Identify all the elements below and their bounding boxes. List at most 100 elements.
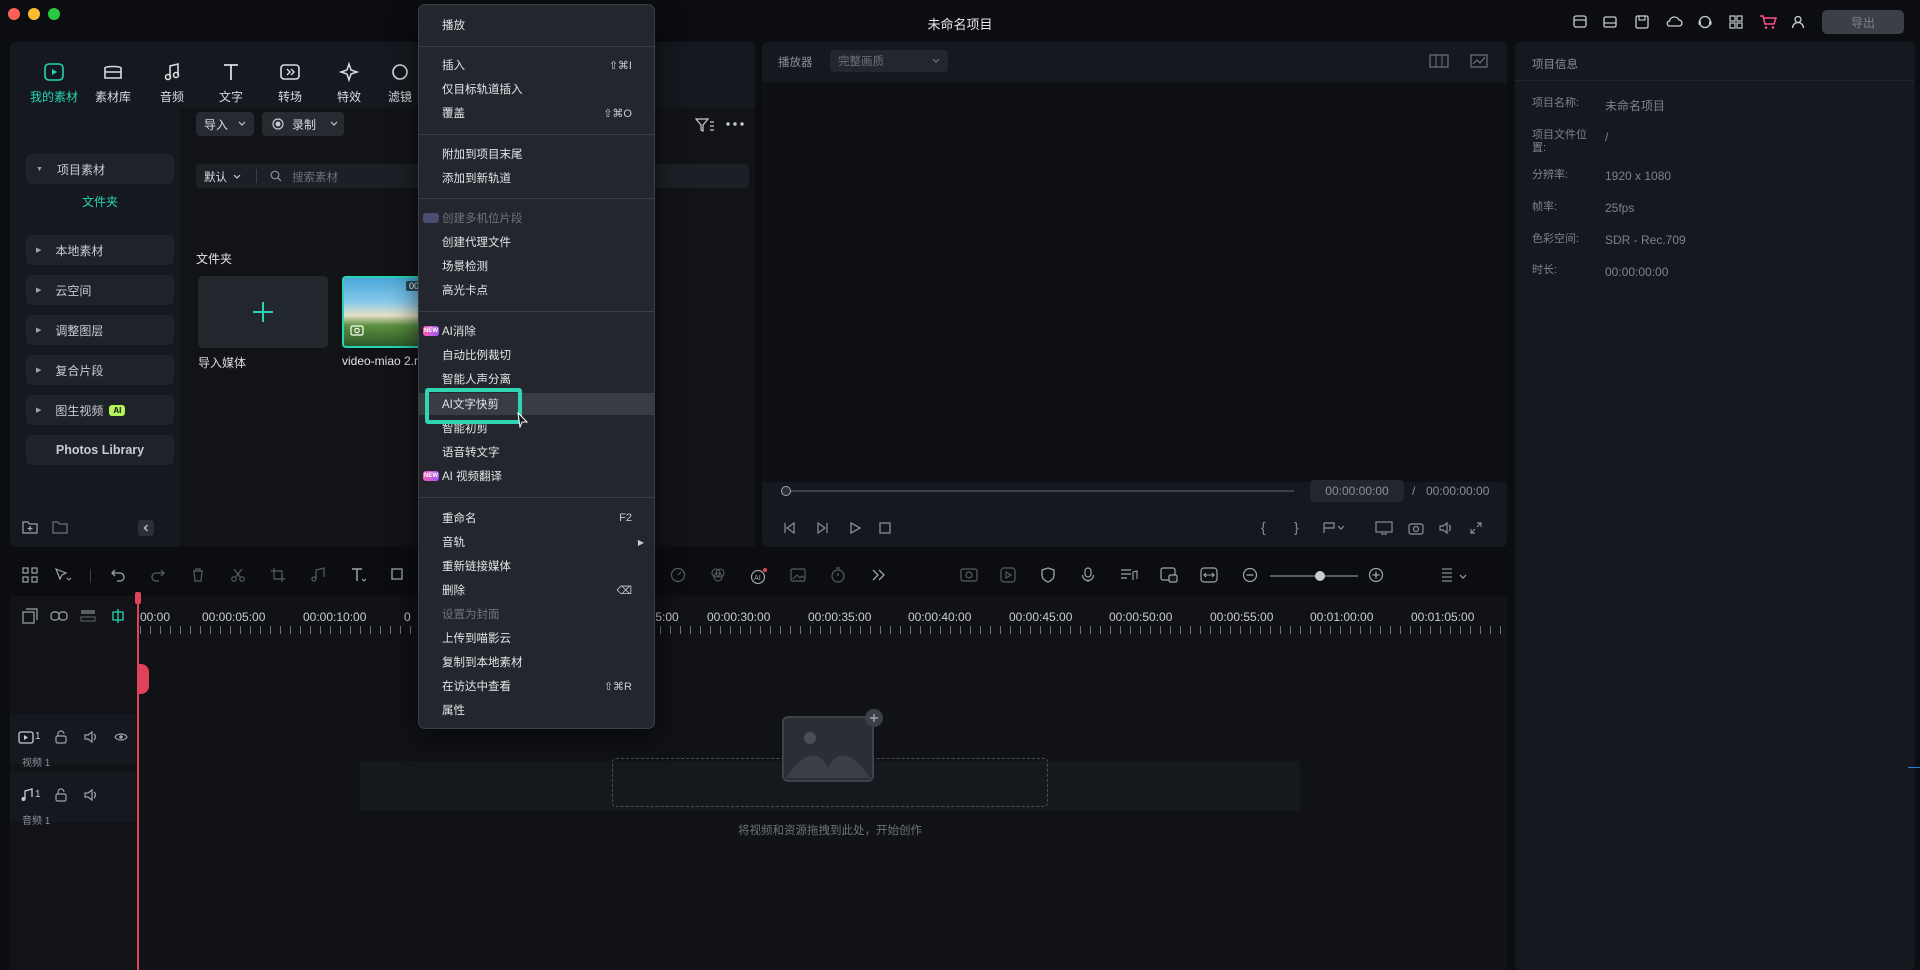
save-icon[interactable] bbox=[1632, 12, 1652, 32]
snapshot-icon[interactable] bbox=[1408, 521, 1424, 535]
more-options-icon[interactable] bbox=[726, 122, 744, 126]
shape-tool-icon[interactable] bbox=[390, 567, 408, 585]
zoom-out-icon[interactable] bbox=[1242, 567, 1260, 585]
menu-item-ai-text-edit[interactable]: AI文字快剪 bbox=[419, 393, 654, 415]
layout-icon[interactable] bbox=[1600, 12, 1620, 32]
marker-shield-icon[interactable] bbox=[1040, 567, 1058, 585]
zoom-slider-handle[interactable] bbox=[1315, 571, 1325, 581]
audio-mixer-icon[interactable] bbox=[1120, 567, 1138, 585]
scope-icon[interactable] bbox=[1470, 54, 1488, 68]
collapse-sidebar-button[interactable] bbox=[138, 520, 154, 536]
playhead-handle[interactable] bbox=[135, 592, 141, 604]
select-tool-icon[interactable] bbox=[54, 567, 72, 585]
sidebar-item-photos-library[interactable]: Photos Library bbox=[26, 435, 174, 465]
menu-item-ai-video-translate[interactable]: NEW AI 视频翻译 bbox=[419, 465, 654, 487]
account-icon[interactable] bbox=[1788, 12, 1808, 32]
display-icon[interactable] bbox=[1375, 521, 1393, 535]
tab-effects[interactable]: 特效 bbox=[321, 60, 377, 105]
sidebar-item-compound-clip[interactable]: ▶ 复合片段 bbox=[26, 355, 174, 385]
fullscreen-icon[interactable] bbox=[1469, 521, 1483, 535]
image-ai-icon[interactable] bbox=[790, 567, 808, 585]
menu-item-smart-cut[interactable]: 智能初剪 bbox=[419, 417, 654, 439]
menu-item-rename[interactable]: 重命名 F2 bbox=[419, 507, 654, 529]
menu-item-add-new-track[interactable]: 添加到新轨道 bbox=[419, 167, 654, 189]
sidebar-item-adjustment-layer[interactable]: ▶ 调整图层 bbox=[26, 315, 174, 345]
menu-item-properties[interactable]: 属性 bbox=[419, 699, 654, 721]
mark-in-icon[interactable]: { bbox=[1261, 519, 1266, 535]
apps-grid-icon[interactable] bbox=[1726, 12, 1746, 32]
menu-item-scene-detect[interactable]: 场景检测 bbox=[419, 255, 654, 277]
fit-timeline-icon[interactable] bbox=[1200, 567, 1218, 585]
zoom-slider-track[interactable] bbox=[1270, 575, 1358, 577]
lock-track-icon[interactable] bbox=[54, 730, 68, 744]
menu-item-delete[interactable]: 删除 ⌫ bbox=[419, 579, 654, 601]
stop-icon[interactable] bbox=[878, 521, 892, 535]
sidebar-item-cloud[interactable]: ▶ 云空间 bbox=[26, 275, 174, 305]
menu-item-relink-media[interactable]: 重新链接媒体 bbox=[419, 555, 654, 577]
tab-my-media[interactable]: 我的素材 bbox=[26, 60, 82, 105]
import-dropdown[interactable]: 导入 bbox=[196, 112, 254, 136]
cart-icon[interactable] bbox=[1758, 12, 1778, 32]
mute-track-icon[interactable] bbox=[84, 788, 98, 802]
sort-dropdown[interactable]: 默认 bbox=[204, 169, 241, 185]
auto-reframe-icon[interactable] bbox=[960, 567, 978, 585]
sidebar-item-local-media[interactable]: ▶ 本地素材 bbox=[26, 235, 174, 265]
mark-out-icon[interactable]: } bbox=[1294, 519, 1299, 535]
import-media-tile[interactable] bbox=[198, 276, 328, 348]
speed-icon[interactable] bbox=[670, 567, 688, 585]
undo-icon[interactable] bbox=[110, 567, 128, 585]
sidebar-item-project-media[interactable]: ▼ 项目素材 bbox=[26, 154, 174, 184]
snap-magnet-icon[interactable] bbox=[110, 608, 128, 626]
filter-sort-icon[interactable] bbox=[695, 118, 715, 132]
playhead-line[interactable] bbox=[137, 596, 139, 970]
timeline-ruler[interactable]: 00:00 00:00:05:00 00:00:10:00 0 :5:00 00… bbox=[140, 596, 1507, 634]
text-tool-icon[interactable] bbox=[350, 567, 368, 585]
menu-item-reveal-finder[interactable]: 在访达中查看 ⇧⌘R bbox=[419, 675, 654, 697]
support-icon[interactable] bbox=[1695, 12, 1715, 32]
menu-item-audio-track[interactable]: 音轨 ▶ bbox=[419, 531, 654, 553]
menu-item-upload-cloud[interactable]: 上传到喵影云 bbox=[419, 627, 654, 649]
microphone-icon[interactable] bbox=[1080, 567, 1098, 585]
record-dropdown[interactable]: 录制 bbox=[262, 112, 344, 136]
tab-text[interactable]: 文字 bbox=[203, 60, 259, 105]
sidebar-item-folder[interactable]: 文件夹 bbox=[26, 188, 174, 216]
visibility-eye-icon[interactable] bbox=[114, 730, 128, 744]
layout-grid-icon[interactable] bbox=[22, 567, 40, 585]
menu-item-create-proxy[interactable]: 创建代理文件 bbox=[419, 231, 654, 253]
tab-filters[interactable]: 滤镜 bbox=[380, 60, 420, 105]
play-icon[interactable] bbox=[848, 521, 862, 535]
new-folder-icon[interactable] bbox=[22, 520, 38, 534]
zoom-in-icon[interactable] bbox=[1368, 567, 1386, 585]
export-button[interactable]: 导出 bbox=[1822, 10, 1904, 34]
menu-item-speech-to-text[interactable]: 语音转文字 bbox=[419, 441, 654, 463]
menu-item-play[interactable]: 播放 bbox=[419, 14, 654, 36]
lock-track-icon[interactable] bbox=[54, 788, 68, 802]
tab-transitions[interactable]: 转场 bbox=[262, 60, 318, 105]
grid-view-icon[interactable] bbox=[1429, 54, 1449, 68]
menu-item-highlight-beats[interactable]: 高光卡点 bbox=[419, 279, 654, 301]
menu-item-append-end[interactable]: 附加到项目末尾 bbox=[419, 143, 654, 165]
next-frame-icon[interactable] bbox=[816, 521, 830, 535]
scrub-bar[interactable] bbox=[784, 490, 1294, 492]
audio-edit-icon[interactable] bbox=[310, 567, 328, 585]
add-track-icon[interactable] bbox=[22, 608, 40, 626]
menu-item-insert[interactable]: 插入 ⇧⌘I bbox=[419, 54, 654, 76]
sidebar-item-image-to-video[interactable]: ▶ 图生视频 AI bbox=[26, 395, 174, 425]
menu-item-auto-reframe[interactable]: 自动比例裁切 bbox=[419, 344, 654, 366]
link-icon[interactable] bbox=[50, 608, 68, 626]
split-scissors-icon[interactable] bbox=[230, 567, 248, 585]
menu-item-ai-remove[interactable]: NEW AI消除 bbox=[419, 320, 654, 342]
folder-icon[interactable] bbox=[52, 520, 68, 534]
tab-audio[interactable]: 音频 bbox=[144, 60, 200, 105]
redo-icon[interactable] bbox=[150, 567, 168, 585]
crop-icon[interactable] bbox=[270, 567, 288, 585]
menu-item-overwrite[interactable]: 覆盖 ⇧⌘O bbox=[419, 102, 654, 124]
scrub-handle[interactable] bbox=[781, 486, 791, 496]
timer-icon[interactable] bbox=[830, 567, 848, 585]
track-settings-icon[interactable] bbox=[1440, 567, 1467, 585]
menu-item-copy-local[interactable]: 复制到本地素材 bbox=[419, 651, 654, 673]
ai-tools-icon[interactable]: AI bbox=[750, 567, 768, 585]
color-icon[interactable] bbox=[710, 567, 728, 585]
prev-frame-icon[interactable] bbox=[782, 521, 796, 535]
tab-stock-media[interactable]: 素材库 bbox=[85, 60, 141, 105]
